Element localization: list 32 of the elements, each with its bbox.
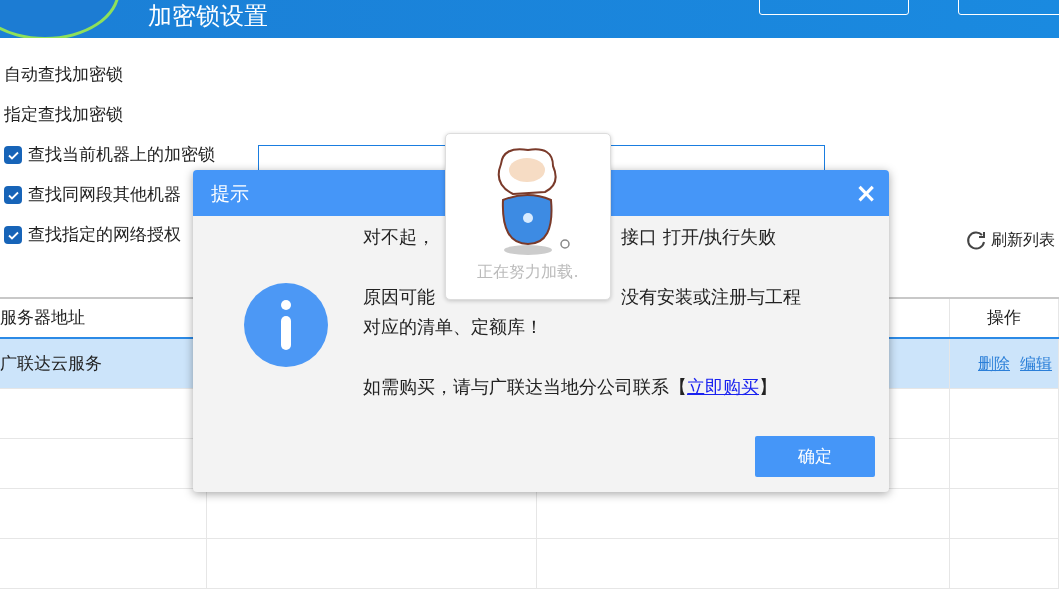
window-title: 加密锁设置	[148, 2, 268, 30]
check-icon	[7, 150, 19, 160]
check-icon	[7, 190, 19, 200]
check-icon	[7, 230, 19, 240]
ok-button[interactable]: 确定	[755, 436, 875, 477]
message-text: 原因可能	[363, 286, 435, 309]
action-link[interactable]: 删除	[978, 351, 1010, 376]
refresh-link[interactable]: 刷新列表	[991, 228, 1055, 252]
table-cell-text: 广联达云服务	[0, 351, 102, 375]
message-text: 如需购买，请与广联达当地分公司联系【立即购买】	[363, 376, 778, 399]
checkbox[interactable]	[4, 226, 22, 244]
column-header: 操作	[987, 306, 1021, 330]
message-text: 没有安装或注册与工程	[621, 286, 801, 309]
column-header: 服务器地址	[0, 306, 85, 330]
option-label: 指定查找加密锁	[4, 103, 123, 127]
message-text: 对不起，	[363, 226, 435, 249]
option-label: 自动查找加密锁	[4, 63, 123, 87]
message-text: 接口 打开/执行失败	[621, 226, 777, 249]
checkbox[interactable]	[4, 186, 22, 204]
checkbox-label: 查找当前机器上的加密锁	[28, 143, 215, 167]
dialog-title: 提示	[211, 180, 249, 206]
info-icon	[244, 283, 328, 367]
close-button[interactable]: ×	[855, 180, 877, 206]
header-button[interactable]	[759, 0, 909, 15]
buy-link[interactable]: 立即购买	[687, 377, 759, 397]
checkbox[interactable]	[4, 146, 22, 164]
action-link[interactable]: 编辑	[1020, 351, 1052, 376]
loading-text: 正在努力加载.	[477, 261, 579, 283]
message-text: 对应的清单、定额库！	[363, 316, 544, 339]
refresh-icon[interactable]	[965, 229, 987, 251]
checkbox-label: 查找指定的网络授权	[28, 223, 181, 247]
checkbox-label: 查找同网段其他机器	[28, 183, 181, 207]
